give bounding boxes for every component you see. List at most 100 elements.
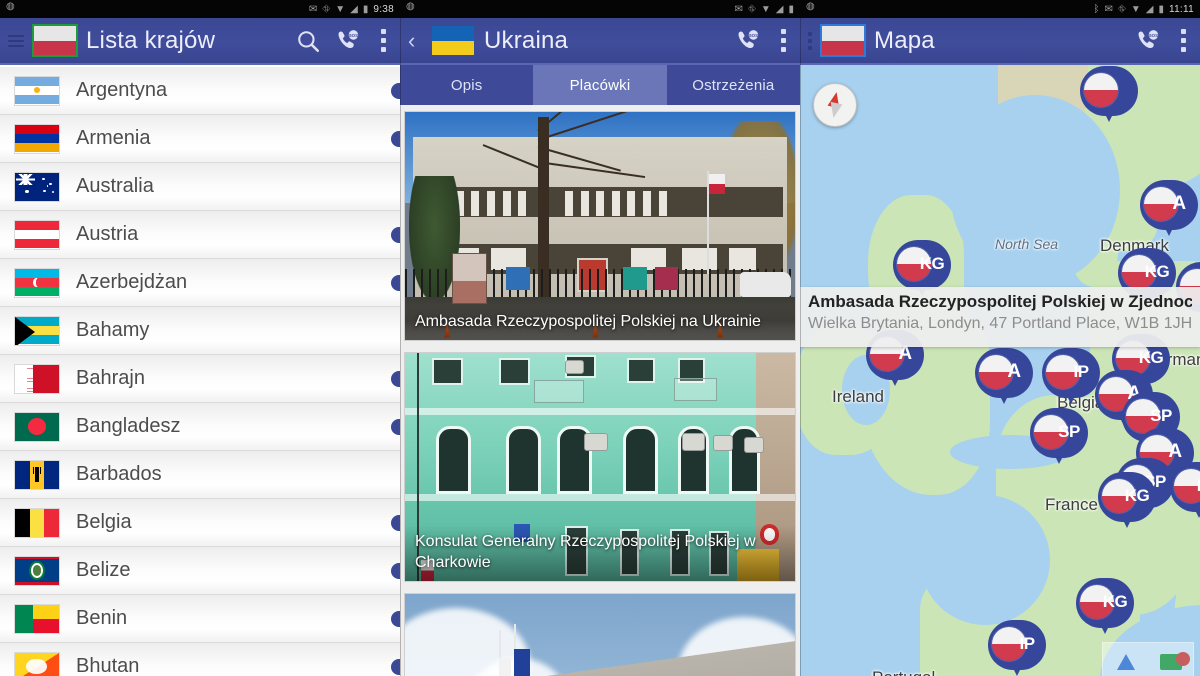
map-pin[interactable]: A <box>1140 180 1198 238</box>
country-name: Argentyna <box>76 79 168 101</box>
download-icon-right: ▼ <box>1130 3 1141 15</box>
map-pin-code: KG <box>1102 592 1128 611</box>
facility-card[interactable] <box>404 593 796 676</box>
map-pin-code: SP <box>1150 406 1172 425</box>
kebab-menu-icon[interactable] <box>375 27 392 54</box>
compass-status-icon-mid: ◍ <box>406 1 415 12</box>
bj-flag-icon <box>14 603 60 634</box>
map-label: France <box>1045 495 1098 514</box>
map-label: Portugal <box>872 668 935 676</box>
country-list-item[interactable]: Benin <box>0 595 400 643</box>
map-pin-code: A <box>1007 361 1021 382</box>
map-pin-code: IP <box>1019 634 1035 653</box>
be-flag-icon <box>14 507 60 538</box>
detail-tabs: Opis Placówki Ostrzeżenia <box>400 65 800 105</box>
has-facility-marker <box>391 82 400 99</box>
map-pin-code <box>1104 75 1134 105</box>
kebab-menu-icon[interactable] <box>775 27 792 54</box>
kebab-menu-icon-left[interactable] <box>808 31 812 50</box>
country-list-item[interactable]: Bahrajn <box>0 355 400 403</box>
has-facility-marker <box>391 610 400 627</box>
tab-opis[interactable]: Opis <box>400 65 533 105</box>
has-facility-marker <box>391 658 400 675</box>
sos-phone-icon[interactable]: SOS <box>1135 28 1161 54</box>
map-pin-code: KG <box>1144 262 1170 281</box>
search-icon[interactable] <box>295 28 321 54</box>
battery-icon-mid: ▮ <box>788 3 794 15</box>
battery-icon: ▮ <box>362 3 369 15</box>
sync-icon-right: ⛗ <box>1117 3 1126 15</box>
az-flag-icon <box>14 267 60 298</box>
ukraine-flag-icon[interactable] <box>432 26 474 55</box>
map-canvas[interactable]: North SeaDenmarkIrelandBelgiaGermanyFran… <box>800 65 1200 676</box>
sos-phone-icon[interactable]: SOS <box>335 28 361 54</box>
map-pin-code: A <box>1172 193 1186 214</box>
sync-icon-mid: ⛗ <box>747 3 756 15</box>
compass-status-icon: ◍ <box>6 1 15 12</box>
map-info-subtitle: Wielka Brytania, Londyn, 47 Portland Pla… <box>808 315 1192 332</box>
facility-card[interactable]: Konsulat Generalny Rzeczypospolitej Pols… <box>404 352 796 582</box>
left-panel-title: Lista krajów <box>86 26 216 54</box>
sync-icon: ⛗ <box>322 3 331 15</box>
compass-icon[interactable] <box>813 83 857 127</box>
country-name: Barbados <box>76 463 162 485</box>
country-list-item[interactable]: Armenia <box>0 115 400 163</box>
back-chevron-icon[interactable]: ‹ <box>408 28 422 54</box>
map-info-title: Ambasada Rzeczypospolitej Polskiej w Zje… <box>808 292 1192 311</box>
au-flag-icon <box>14 171 60 202</box>
bz-flag-icon <box>14 555 60 586</box>
app-screen: ◍ ✉ ⛗ ▼ ◢ ▮ 9:38 Lista krajów SOS Argent… <box>0 0 1200 676</box>
sos-phone-icon[interactable]: SOS <box>735 28 761 54</box>
tab-ostrzezenia[interactable]: Ostrzeżenia <box>667 65 800 105</box>
map-pin-code: KG <box>1138 348 1164 367</box>
has-facility-marker <box>391 370 400 387</box>
country-name: Austria <box>76 223 139 245</box>
map-label: North Sea <box>995 236 1059 252</box>
country-list-item[interactable]: Barbados <box>0 451 400 499</box>
signal-icon: ◢ <box>350 3 358 15</box>
has-facility-marker <box>391 274 400 291</box>
country-name: Belgia <box>76 511 132 533</box>
country-list-item[interactable]: Belize <box>0 547 400 595</box>
facility-card-caption: Ambasada Rzeczypospolitej Polskiej na Uk… <box>405 305 795 340</box>
country-list-item[interactable]: Belgia <box>0 499 400 547</box>
map-pin[interactable]: IP <box>1042 348 1100 406</box>
message-icon: ✉ <box>308 3 318 15</box>
svg-text:SOS: SOS <box>749 32 758 37</box>
country-list-item[interactable]: Bangladesz <box>0 403 400 451</box>
map-controls[interactable] <box>1102 642 1194 676</box>
country-name: Belize <box>76 559 131 581</box>
kebab-menu-icon[interactable] <box>1175 27 1192 54</box>
poland-flag-icon[interactable] <box>32 24 78 57</box>
mid-panel-country-detail: ◍ ✉ ⛗ ▼ ◢ ▮ ‹ Ukraina SOS Opis Placówki … <box>400 0 800 676</box>
country-list-item[interactable]: Azerbejdżan <box>0 259 400 307</box>
has-facility-marker <box>391 562 400 579</box>
facility-card-list[interactable]: Ambasada Rzeczypospolitej Polskiej na Uk… <box>400 105 800 676</box>
status-bar-left: ◍ ✉ ⛗ ▼ ◢ ▮ 9:38 <box>0 0 400 18</box>
map-pin[interactable]: KG <box>1076 578 1134 636</box>
map-pin-code: KG <box>1194 471 1200 501</box>
map-pin[interactable]: SP <box>1030 408 1088 466</box>
country-list-item[interactable]: Bahamy <box>0 307 400 355</box>
download-icon: ▼ <box>335 3 346 15</box>
street-view-icon[interactable] <box>1148 643 1193 676</box>
navigation-arrow-icon[interactable] <box>1103 643 1148 676</box>
map-pin-code: SP <box>1058 422 1080 441</box>
map-pin[interactable]: KG <box>1170 462 1200 520</box>
country-list-item[interactable]: Australia <box>0 163 400 211</box>
country-list-item[interactable]: Argentyna <box>0 67 400 115</box>
map-pin[interactable]: KG <box>1098 472 1156 530</box>
map-pin[interactable]: A <box>975 348 1033 406</box>
poland-flag-icon[interactable] <box>820 24 866 57</box>
hamburger-icon[interactable] <box>8 34 24 47</box>
country-list-item[interactable]: Bhutan <box>0 643 400 676</box>
map-pin[interactable] <box>1080 66 1138 124</box>
country-list-item[interactable]: Austria <box>0 211 400 259</box>
map-info-card[interactable]: Ambasada Rzeczypospolitej Polskiej w Zje… <box>800 287 1200 347</box>
facility-card[interactable]: Ambasada Rzeczypospolitej Polskiej na Uk… <box>404 111 796 341</box>
tab-placowki[interactable]: Placówki <box>533 65 667 105</box>
country-list[interactable]: Argentyna Armenia Australia Austria Azerbejd… <box>0 67 400 676</box>
bt-flag-icon <box>14 651 60 676</box>
status-bar-mid: ◍ ✉ ⛗ ▼ ◢ ▮ <box>400 0 800 18</box>
map-pin[interactable]: IP <box>988 620 1046 676</box>
